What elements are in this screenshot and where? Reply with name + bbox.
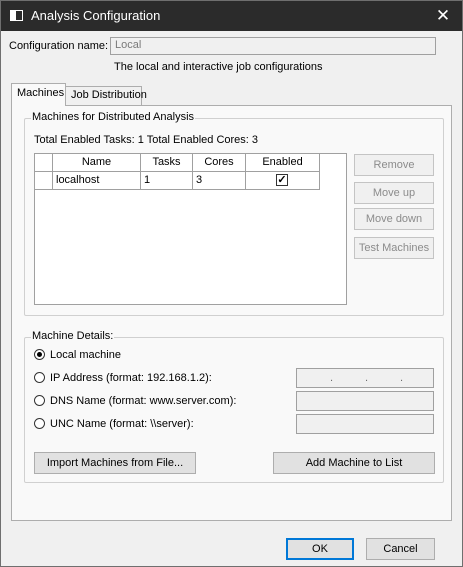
configuration-name-field[interactable]: Local xyxy=(110,37,436,55)
local-machine-radio[interactable] xyxy=(34,349,45,360)
move-up-button[interactable]: Move up xyxy=(354,182,434,204)
unc-name-label: UNC Name (format: \\server): xyxy=(50,418,194,430)
remove-button[interactable]: Remove xyxy=(354,154,434,176)
cell-machine-name[interactable]: localhost xyxy=(53,172,141,190)
title-bar[interactable]: Analysis Configuration ✕ xyxy=(1,1,462,31)
machines-grid[interactable]: Name Tasks Cores Enabled localhost 1 3 ✓ xyxy=(34,153,347,305)
unc-name-radio[interactable] xyxy=(34,418,45,429)
ip-separator-3: . xyxy=(400,372,404,384)
analysis-configuration-dialog: Analysis Configuration ✕ Configuration n… xyxy=(0,0,463,567)
dns-name-label: DNS Name (format: www.server.com): xyxy=(50,395,237,407)
ip-address-field[interactable]: . . . xyxy=(296,368,434,388)
column-header-enabled[interactable]: Enabled xyxy=(246,154,320,172)
close-icon[interactable]: ✕ xyxy=(432,5,454,27)
add-machine-button[interactable]: Add Machine to List xyxy=(273,452,435,474)
machine-details-title: Machine Details: xyxy=(31,330,115,342)
window-title: Analysis Configuration xyxy=(31,8,161,23)
window-icon xyxy=(10,10,23,21)
cell-cores[interactable]: 3 xyxy=(193,172,246,190)
configuration-name-label: Configuration name: xyxy=(9,40,109,52)
ip-separator-2: . xyxy=(365,372,369,384)
cancel-button[interactable]: Cancel xyxy=(366,538,435,560)
dns-name-field[interactable] xyxy=(296,391,434,411)
tab-machines[interactable]: Machines xyxy=(11,83,66,106)
ok-button[interactable]: OK xyxy=(286,538,354,560)
column-header-name[interactable]: Name xyxy=(53,154,141,172)
local-machine-label: Local machine xyxy=(50,349,121,361)
ip-address-label: IP Address (format: 192.168.1.2): xyxy=(50,372,212,384)
column-header-tasks[interactable]: Tasks xyxy=(141,154,193,172)
cell-enabled[interactable]: ✓ xyxy=(246,172,320,190)
column-header-cores[interactable]: Cores xyxy=(193,154,246,172)
grid-corner xyxy=(35,154,53,172)
move-down-button[interactable]: Move down xyxy=(354,208,434,230)
ip-address-radio[interactable] xyxy=(34,372,45,383)
unc-name-field[interactable] xyxy=(296,414,434,434)
machines-group-title: Machines for Distributed Analysis xyxy=(31,111,196,123)
enabled-checkbox[interactable]: ✓ xyxy=(276,174,288,186)
row-header[interactable] xyxy=(35,172,53,190)
configuration-description: The local and interactive job configurat… xyxy=(114,61,323,73)
totals-text: Total Enabled Tasks: 1 Total Enabled Cor… xyxy=(34,134,259,146)
tab-job-distribution[interactable]: Job Distribution xyxy=(65,86,147,106)
import-machines-button[interactable]: Import Machines from File... xyxy=(34,452,196,474)
test-machines-button[interactable]: Test Machines xyxy=(354,237,434,259)
cell-tasks[interactable]: 1 xyxy=(141,172,193,190)
dns-name-radio[interactable] xyxy=(34,395,45,406)
ip-separator-1: . xyxy=(330,372,334,384)
